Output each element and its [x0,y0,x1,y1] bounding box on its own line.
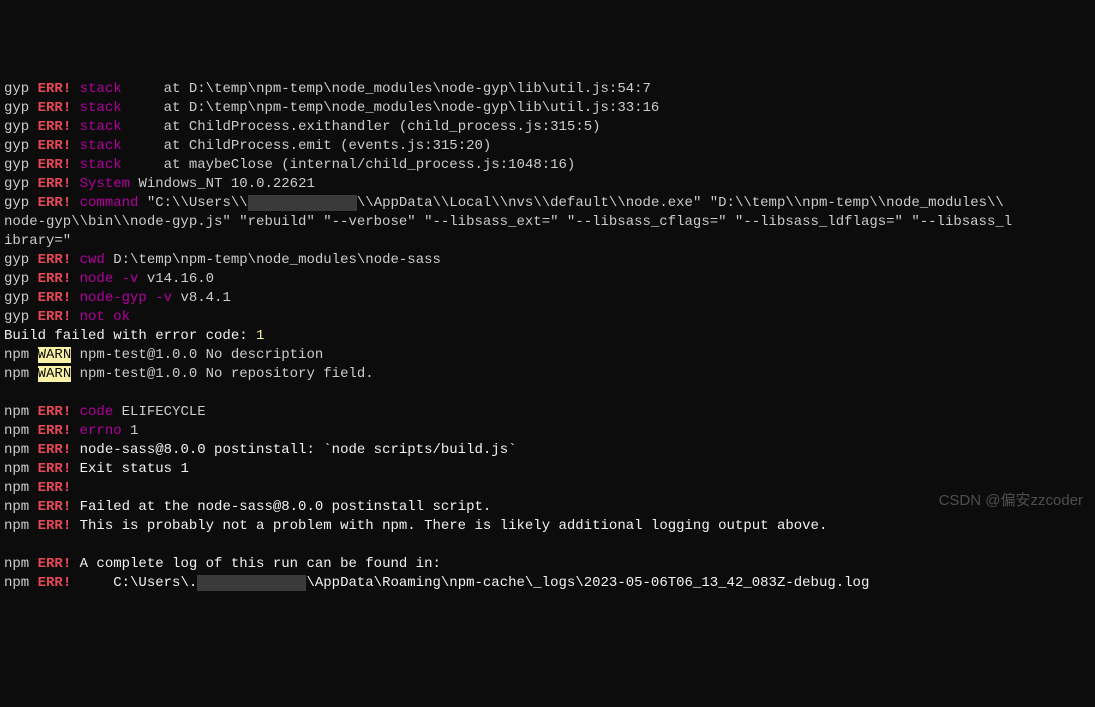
terminal-line: gyp ERR! node-gyp -v v8.4.1 [4,289,1091,308]
error-tag: ERR! [38,499,72,515]
error-tag: ERR! [38,100,72,116]
warn-tag: WARN [38,347,72,363]
error-tag: ERR! [38,176,72,192]
terminal-line: npm ERR! Failed at the node-sass@8.0.0 p… [4,498,1091,517]
error-tag: ERR! [38,404,72,420]
terminal-output: gyp ERR! stack at D:\temp\npm-temp\node_… [4,80,1091,593]
terminal-line [4,536,1091,555]
terminal-line: Build failed with error code: 1 [4,327,1091,346]
error-tag: ERR! [38,138,72,154]
error-tag: ERR! [38,290,72,306]
error-tag: ERR! [38,81,72,97]
terminal-line: gyp ERR! stack at ChildProcess.exithandl… [4,118,1091,137]
terminal-line [4,384,1091,403]
error-tag: ERR! [38,252,72,268]
error-tag: ERR! [38,271,72,287]
terminal-line: npm ERR! code ELIFECYCLE [4,403,1091,422]
terminal-line: gyp ERR! stack at ChildProcess.emit (eve… [4,137,1091,156]
redacted-text [197,575,306,591]
terminal-line: gyp ERR! cwd D:\temp\npm-temp\node_modul… [4,251,1091,270]
warn-tag: WARN [38,366,72,382]
error-tag: ERR! [38,556,72,572]
terminal-line: ibrary=" [4,232,1091,251]
terminal-line: npm ERR! Exit status 1 [4,460,1091,479]
error-tag: ERR! [38,423,72,439]
terminal-line: npm ERR! A complete log of this run can … [4,555,1091,574]
terminal-line: npm ERR! [4,479,1091,498]
terminal-line: npm ERR! node-sass@8.0.0 postinstall: `n… [4,441,1091,460]
terminal-line: gyp ERR! not ok [4,308,1091,327]
terminal-line: gyp ERR! node -v v14.16.0 [4,270,1091,289]
error-tag: ERR! [38,195,72,211]
error-tag: ERR! [38,480,72,496]
error-tag: ERR! [38,119,72,135]
terminal-line: gyp ERR! stack at D:\temp\npm-temp\node_… [4,99,1091,118]
terminal-line: gyp ERR! command "C:\\Users\\ \\AppData\… [4,194,1091,213]
terminal-line: npm ERR! This is probably not a problem … [4,517,1091,536]
terminal-line: npm ERR! errno 1 [4,422,1091,441]
terminal-line: npm WARN npm-test@1.0.0 No repository fi… [4,365,1091,384]
redacted-text [248,195,357,211]
error-tag: ERR! [38,309,72,325]
terminal-line: npm WARN npm-test@1.0.0 No description [4,346,1091,365]
error-tag: ERR! [38,461,72,477]
error-tag: ERR! [38,575,72,591]
error-tag: ERR! [38,157,72,173]
terminal-line: npm ERR! C:\Users\. \AppData\Roaming\npm… [4,574,1091,593]
terminal-line: node-gyp\\bin\\node-gyp.js" "rebuild" "-… [4,213,1091,232]
error-tag: ERR! [38,442,72,458]
terminal-line: gyp ERR! stack at D:\temp\npm-temp\node_… [4,80,1091,99]
terminal-line: gyp ERR! System Windows_NT 10.0.22621 [4,175,1091,194]
terminal-line: gyp ERR! stack at maybeClose (internal/c… [4,156,1091,175]
error-tag: ERR! [38,518,72,534]
